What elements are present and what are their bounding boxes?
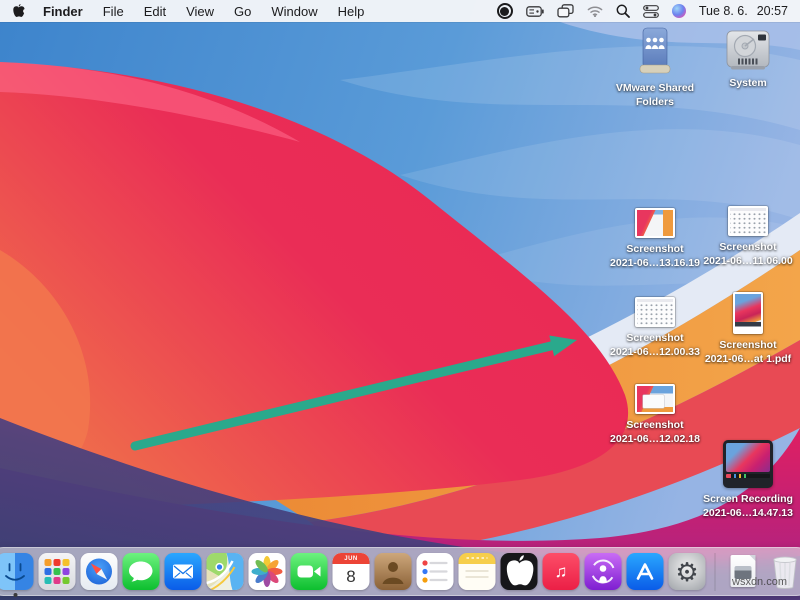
dock-item-launchpad[interactable] [39,553,76,590]
desktop-icon-screenshot-110600[interactable]: Screenshot2021-06…11.06.00 [703,206,793,268]
desktop-icon-screenshot-131619[interactable]: Screenshot2021-06…13.16.19 [610,208,700,270]
macos-desktop: Finder File Edit View Go Window Help [0,0,800,600]
apple-logo-icon [12,3,25,19]
desktop-icon-screenshot-pdf[interactable]: Screenshot2021-06…at 1.pdf [703,292,793,366]
calendar-icon: JUN 8 [333,553,370,590]
photos-icon [249,553,286,590]
desktop-icon-vmware-shared-folders[interactable]: VMware SharedFolders [610,27,700,109]
menu-file[interactable]: File [103,4,124,19]
desktop-icon-label: System [729,77,766,91]
video-thumbnail [723,440,773,488]
dock-item-safari[interactable] [81,553,118,590]
dock-divider [715,553,716,591]
system-preferences-icon: ⚙ [669,553,706,590]
dock-item-reminders[interactable] [417,553,454,590]
dock-item-maps[interactable] [207,553,244,590]
pdf-thumbnail [733,292,763,334]
app-store-icon [627,553,664,590]
finder-icon [0,553,34,590]
notes-icon [459,553,496,590]
dock: JUN 8 [0,547,800,596]
menu-app-name[interactable]: Finder [43,4,83,19]
dock-item-tv[interactable]: tv [501,553,538,590]
desktop-icon-screenshot-120218[interactable]: Screenshot2021-06…12.02.18 [610,384,700,446]
launchpad-icon [39,553,76,590]
siri-icon[interactable] [672,4,686,18]
dock-item-photos[interactable] [249,553,286,590]
music-icon: ♫ [543,553,580,590]
dock-item-mail[interactable] [165,553,202,590]
dock-item-system-preferences[interactable]: ⚙ [669,553,706,590]
dock-item-messages[interactable] [123,553,160,590]
battery-icon[interactable] [526,6,544,17]
dock-item-podcasts[interactable] [585,553,622,590]
calendar-month: JUN [333,553,370,564]
image-thumbnail [728,206,768,236]
control-center-icon[interactable] [643,5,659,18]
running-indicator [13,593,17,597]
mail-icon [165,553,202,590]
gear-icon: ⚙ [675,559,698,585]
spotlight-search-icon[interactable] [616,4,630,18]
desktop-icon-screenshot-120033[interactable]: Screenshot2021-06…12.00.33 [610,297,700,359]
safari-icon [81,553,118,590]
menu-window[interactable]: Window [271,4,317,19]
dock-item-notes[interactable] [459,553,496,590]
apple-tv-icon: tv [501,553,538,590]
desktop-icon-label: Screen Recording2021-06…14.47.13 [703,493,793,520]
dock-item-music[interactable]: ♫ [543,553,580,590]
menu-bar-clock[interactable]: Tue 8. 6. 20:57 [699,4,788,18]
desktop-icon-label: Screenshot2021-06…12.00.33 [610,332,700,359]
reminders-icon [417,553,454,590]
desktop-icon-label: Screenshot2021-06…at 1.pdf [705,339,791,366]
menu-view[interactable]: View [186,4,214,19]
hard-drive-icon [725,30,771,72]
menu-help[interactable]: Help [338,4,365,19]
menu-bar: Finder File Edit View Go Window Help [0,0,800,22]
messages-icon [123,553,160,590]
network-drive-icon [631,27,679,77]
dock-item-app-store[interactable] [627,553,664,590]
apple-logo-icon [501,553,538,590]
desktop-icon-label: Screenshot2021-06…13.16.19 [610,243,700,270]
desktop-icon-screen-recording[interactable]: Screen Recording2021-06…14.47.13 [703,440,793,520]
dock-item-calendar[interactable]: JUN 8 [333,553,370,590]
dock-item-contacts[interactable] [375,553,412,590]
desktop-icon-label: Screenshot2021-06…11.06.00 [703,241,792,268]
image-thumbnail [635,208,675,238]
maps-icon [207,553,244,590]
apple-menu[interactable] [12,3,25,19]
displays-icon[interactable] [557,4,574,18]
desktop-icon-label: Screenshot2021-06…12.02.18 [610,419,700,446]
wifi-icon[interactable] [587,5,603,17]
podcasts-icon [585,553,622,590]
menu-go[interactable]: Go [234,4,251,19]
dock-item-finder[interactable] [0,553,34,590]
image-thumbnail [635,297,675,327]
menu-edit[interactable]: Edit [144,4,166,19]
contacts-icon [375,553,412,590]
image-thumbnail [635,384,675,414]
menu-bar-time: 20:57 [757,4,788,18]
menu-bar-date: Tue 8. 6. [699,4,748,18]
desktop-icon-label: VMware SharedFolders [616,82,694,109]
desktop-icon-system[interactable]: System [703,30,793,91]
facetime-icon [291,553,328,590]
calendar-day: 8 [333,564,370,590]
screen-recording-stop-icon[interactable] [497,3,513,19]
watermark: wsxdn.com [732,576,787,588]
dock-item-facetime[interactable] [291,553,328,590]
